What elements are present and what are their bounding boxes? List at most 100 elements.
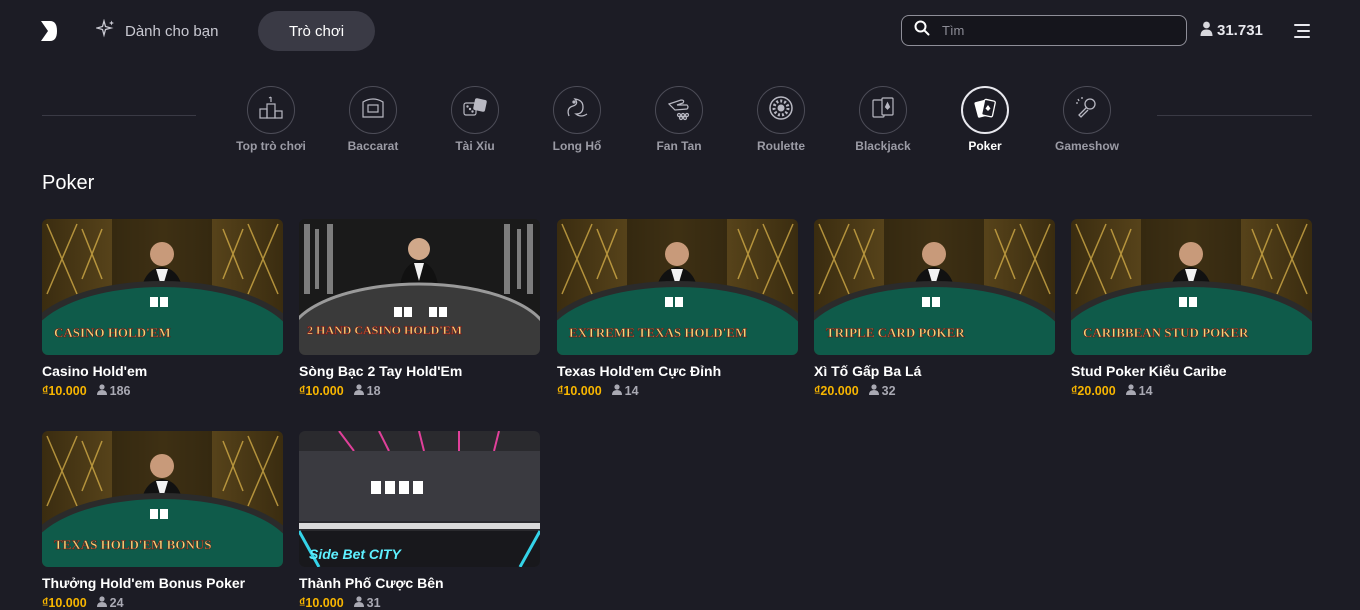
category-label: Roulette	[757, 139, 805, 153]
game-title[interactable]: Texas Hold'em Cực Đỉnh	[557, 363, 798, 379]
min-bet: ₫20.000	[1071, 384, 1116, 398]
dice-icon	[461, 94, 489, 127]
player-count: 186	[96, 384, 131, 398]
nav-for-you[interactable]: Dành cho bạn	[94, 18, 219, 44]
player-count-value: 31	[366, 596, 381, 610]
min-bet: ₫20.000	[814, 384, 859, 398]
min-bet: ₫10.000	[299, 384, 344, 398]
game-meta: ₫10.000 31	[299, 596, 540, 610]
game-thumbnail[interactable]: TRIPLE CARD POKER	[814, 219, 1055, 355]
game-title[interactable]: Casino Hold'em	[42, 363, 283, 379]
game-logo-text: TEXAS HOLD'EM BONUS	[54, 537, 211, 552]
category-label: Tài Xỉu	[455, 139, 495, 153]
sparkle-icon	[94, 18, 116, 43]
dragon-icon	[563, 94, 591, 127]
baccarat-table-icon	[359, 94, 387, 127]
category-icon-circle	[553, 86, 601, 134]
section-title: Poker	[42, 172, 95, 194]
game-meta: ₫20.000 14	[1071, 384, 1312, 398]
game-logo-text: CARIBBEAN STUD POKER	[1083, 325, 1249, 340]
user-icon	[611, 384, 622, 398]
category-label: Poker	[968, 139, 1002, 153]
top-bar: Dành cho bạn Trò chơi 31.731	[0, 0, 1360, 62]
trophy-podium-icon	[257, 94, 285, 127]
menu-button[interactable]	[1294, 23, 1310, 39]
category-icon-circle	[349, 86, 397, 134]
min-bet: ₫10.000	[42, 596, 87, 610]
game-title[interactable]: Xì Tố Gấp Ba Lá	[814, 363, 1055, 379]
game-logo-text: CASINO HOLD'EM	[54, 325, 171, 340]
player-count: 14	[611, 384, 639, 398]
category-label: Blackjack	[855, 139, 911, 153]
game-meta: ₫10.000 14	[557, 384, 798, 398]
min-bet: ₫10.000	[557, 384, 602, 398]
min-bet: ₫10.000	[42, 384, 87, 398]
online-count: 31.731	[1217, 22, 1263, 39]
user-icon	[353, 596, 364, 610]
category-top-games[interactable]: Top trò chơi	[220, 86, 322, 153]
game-title[interactable]: Thành Phố Cược Bên	[299, 575, 540, 591]
user-icon	[1125, 384, 1136, 398]
player-count-value: 24	[109, 596, 124, 610]
search-icon	[914, 20, 930, 41]
game-card[interactable]: CARIBBEAN STUD POKER Stud Poker Kiểu Car…	[1071, 219, 1312, 398]
game-thumbnail[interactable]: Side Bet CITY	[299, 431, 540, 567]
category-blackjack[interactable]: Blackjack	[832, 86, 934, 153]
game-meta: ₫10.000 186	[42, 384, 283, 398]
category-roulette[interactable]: Roulette	[730, 86, 832, 153]
search-box[interactable]	[901, 15, 1187, 46]
user-icon	[1200, 21, 1213, 40]
game-thumbnail[interactable]: EXTREME TEXAS HOLD'EM	[557, 219, 798, 355]
category-label: Top trò chơi	[236, 139, 306, 153]
player-count-value: 32	[881, 384, 896, 398]
category-divider-right	[1157, 115, 1312, 116]
player-count: 31	[353, 596, 381, 610]
game-card[interactable]: TEXAS HOLD'EM BONUS Thưởng Hold'em Bonus…	[42, 431, 283, 610]
roulette-wheel-icon	[767, 94, 795, 127]
player-count: 32	[868, 384, 896, 398]
game-thumbnail[interactable]: CARIBBEAN STUD POKER	[1071, 219, 1312, 355]
game-card[interactable]: Side Bet CITY Thành Phố Cược Bên ₫10.000 3…	[299, 431, 540, 610]
category-label: Fan Tan	[656, 139, 702, 153]
category-icon-circle	[655, 86, 703, 134]
category-gameshow[interactable]: Gameshow	[1036, 86, 1138, 153]
user-icon	[353, 384, 364, 398]
game-meta: ₫20.000 32	[814, 384, 1055, 398]
category-icon-circle	[961, 86, 1009, 134]
game-card[interactable]: EXTREME TEXAS HOLD'EM Texas Hold'em Cực …	[557, 219, 798, 398]
player-count: 18	[353, 384, 381, 398]
game-card[interactable]: TRIPLE CARD POKER Xì Tố Gấp Ba Lá ₫20.000…	[814, 219, 1055, 398]
category-label: Long Hổ	[552, 139, 602, 153]
player-count-value: 14	[1138, 384, 1153, 398]
game-title[interactable]: Sòng Bạc 2 Tay Hold'Em	[299, 363, 540, 379]
game-thumbnail[interactable]: 2 HAND CASINO HOLD'EM	[299, 219, 540, 355]
search-input[interactable]	[940, 22, 1164, 39]
game-logo-text: 2 HAND CASINO HOLD'EM	[307, 323, 462, 337]
category-long-ho[interactable]: Long Hổ	[526, 86, 628, 153]
user-icon	[96, 596, 107, 610]
game-meta: ₫10.000 24	[42, 596, 283, 610]
category-label: Baccarat	[347, 139, 399, 153]
category-tai-xiu[interactable]: Tài Xỉu	[424, 86, 526, 153]
nav-for-you-label: Dành cho bạn	[125, 22, 219, 40]
category-icon-circle	[859, 86, 907, 134]
game-logo-text: TRIPLE CARD POKER	[826, 325, 965, 340]
gameshow-microphone-icon	[1073, 94, 1101, 127]
category-baccarat[interactable]: Baccarat	[322, 86, 424, 153]
game-title[interactable]: Stud Poker Kiểu Caribe	[1071, 363, 1312, 379]
category-poker[interactable]: Poker	[934, 86, 1036, 153]
game-title[interactable]: Thưởng Hold'em Bonus Poker	[42, 575, 283, 591]
game-card[interactable]: CASINO HOLD'EM Casino Hold'em ₫10.000 186	[42, 219, 283, 398]
category-bar: Top trò chơi Baccarat Tài Xỉu Long Hổ Fa…	[220, 86, 1150, 156]
player-count-value: 14	[624, 384, 639, 398]
game-thumbnail[interactable]: TEXAS HOLD'EM BONUS	[42, 431, 283, 567]
category-icon-circle	[1063, 86, 1111, 134]
player-count-value: 186	[109, 384, 131, 398]
brand-logo[interactable]	[40, 20, 58, 42]
game-card[interactable]: 2 HAND CASINO HOLD'EM Sòng Bạc 2 Tay Hol…	[299, 219, 540, 398]
game-thumbnail[interactable]: CASINO HOLD'EM	[42, 219, 283, 355]
category-fan-tan[interactable]: Fan Tan	[628, 86, 730, 153]
user-icon	[868, 384, 879, 398]
nav-games-tab[interactable]: Trò chơi	[258, 11, 375, 51]
category-icon-circle	[451, 86, 499, 134]
